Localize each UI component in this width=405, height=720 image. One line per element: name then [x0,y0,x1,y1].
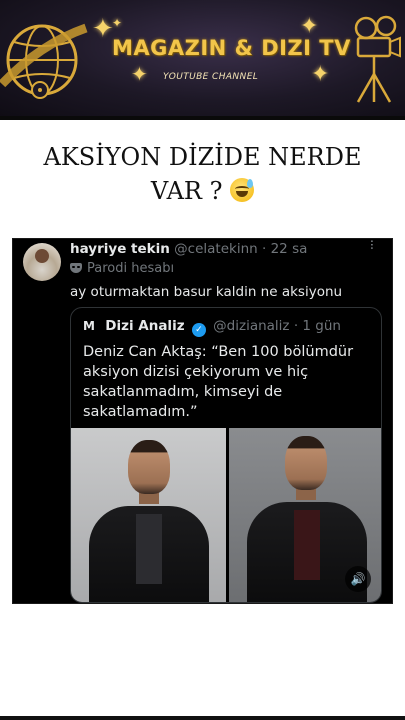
tweet-time[interactable]: 22 sa [271,241,308,257]
quoted-time[interactable]: 1 gün [302,318,341,334]
parody-label: Parodi hesabı [70,261,174,276]
sparkle-decoration: ✦ [131,62,148,86]
quoted-tweet-text: Deniz Can Aktaş: “Ben 100 bölümdür aksiy… [83,344,354,420]
tweet-card: hayriye tekin @celatekinn · 22 sa ··· Pa… [12,238,393,604]
tweet-handle[interactable]: @celatekinn [174,241,258,257]
tweet-separator: · [262,241,267,257]
caption-line-2: VAR ? [0,174,405,208]
person-shirt [136,514,162,584]
film-camera-icon [354,15,401,103]
caption-line-1: AKSİYON DİZİDE NERDE [43,143,362,171]
person-shirt [294,510,320,580]
bottom-divider [0,716,405,720]
tweet-author-name[interactable]: hayriye tekin [70,241,170,257]
quoted-tweet-header: M Dizi Analiz ✓ @dizianaliz · 1 gün [83,318,341,337]
quoted-separator: · [293,318,299,334]
channel-banner: ✦ ✦ ✦ ✦ ✦ MAGAZIN & DIZI TV YOUTUBE CHAN… [0,0,405,120]
verified-badge-icon: ✓ [191,323,206,337]
person-head [285,436,327,490]
quoted-author-name[interactable]: Dizi Analiz [105,318,184,334]
quoted-handle[interactable]: @dizianaliz [213,318,289,334]
channel-title: MAGAZIN & DIZI TV [112,36,351,60]
grinning-sweat-emoji-icon [230,178,255,202]
sparkle-decoration: ✦ [92,14,114,44]
caption-line-2-text: VAR ? [150,177,223,205]
person-head [128,440,170,494]
quoted-photo-right[interactable]: 🔊 [229,428,381,602]
parody-label-text: Parodi hesabı [87,261,175,276]
quoted-tweet[interactable]: M Dizi Analiz ✓ @dizianaliz · 1 gün Deni… [70,307,382,603]
avatar[interactable] [23,243,61,281]
sparkle-decoration: ✦ [112,16,123,30]
sparkle-decoration: ✦ [311,62,330,87]
dizi-analiz-logo-icon: M [83,319,95,333]
globe-film-reel-icon [0,23,88,99]
tweet-text: ay oturmaktan basur kaldin ne aksiyonu [70,284,343,300]
sound-toggle-icon[interactable]: 🔊 [345,566,371,592]
tweet-header: hayriye tekin @celatekinn · 22 sa [70,241,307,257]
video-caption: AKSİYON DİZİDE NERDE VAR ? [0,140,405,208]
more-options-icon[interactable]: ··· [363,239,379,249]
quoted-photo-left[interactable] [71,428,226,602]
channel-subtitle: YOUTUBE CHANNEL [163,72,259,82]
parody-mask-icon [70,263,82,273]
